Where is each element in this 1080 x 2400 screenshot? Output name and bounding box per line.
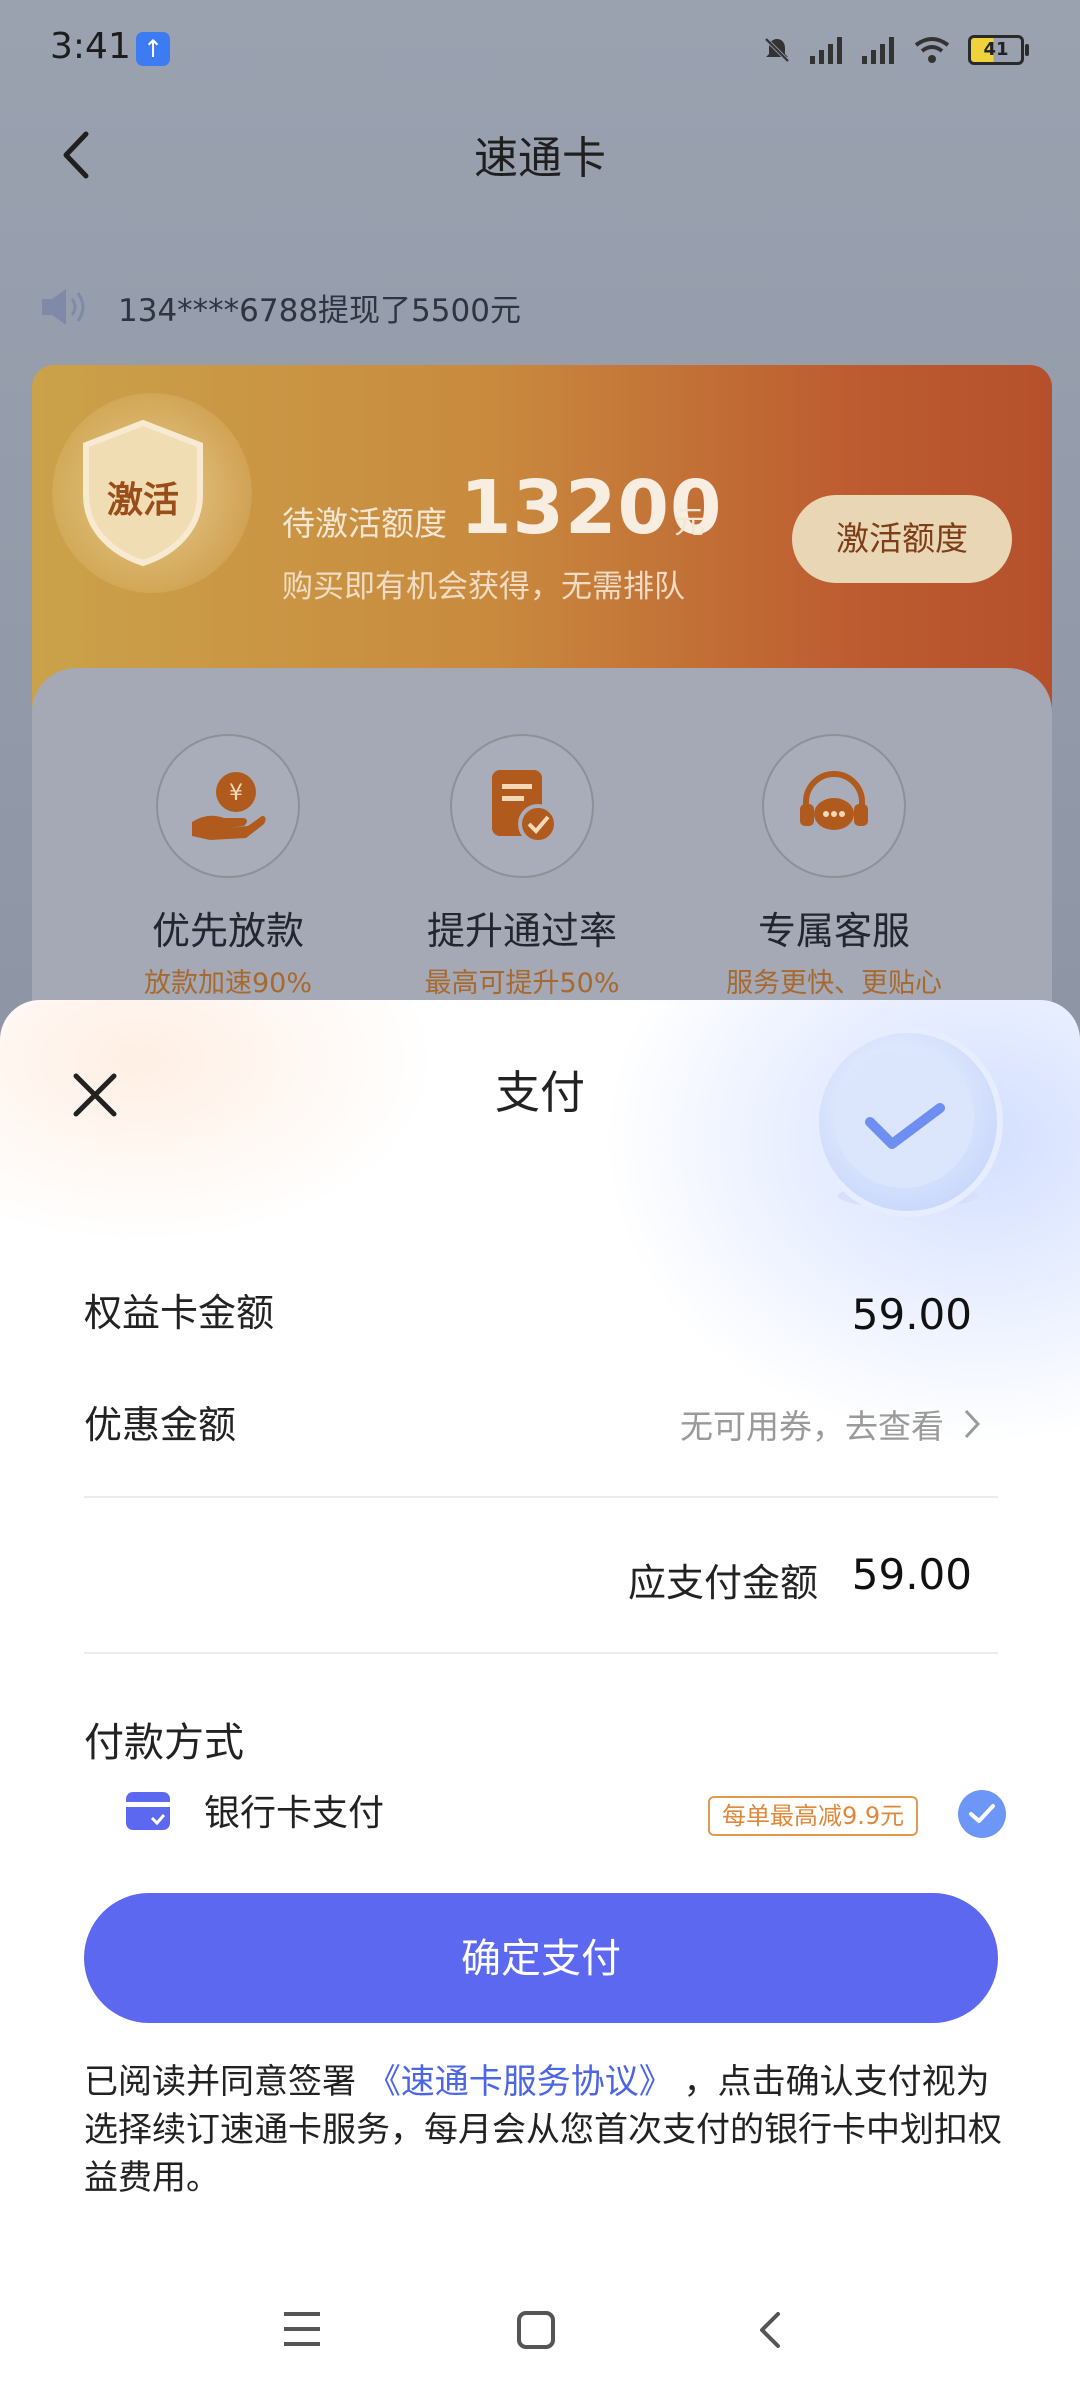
due-amount-value: 59.00 — [851, 1550, 972, 1599]
status-bar: 3:41 ↑ 41 — [0, 0, 1080, 100]
bank-card-icon — [126, 1792, 170, 1830]
payment-sheet: 支付 权益卡金额 59.00 优惠金额 无可用券，去查看 应支付金额 59.00 — [0, 1000, 1080, 2400]
agreement-prefix: 已阅读并同意签署 — [84, 2062, 356, 2102]
payment-method-title: 付款方式 — [84, 1720, 244, 1766]
agreement-text: 已阅读并同意签署 《速通卡服务协议》 ，点击确认支付视为选择续订速通卡服务，每月… — [84, 2058, 1004, 2202]
mute-bell-icon — [764, 37, 790, 63]
svg-text:¥: ¥ — [229, 781, 243, 806]
benefit-priority-loan: ¥ 优先放款 放款加速90% — [78, 734, 378, 1000]
benefit-title: 优先放款 — [151, 909, 304, 953]
chevron-right-icon — [964, 1409, 981, 1439]
signal-icon — [862, 37, 894, 64]
status-time: 3:41 — [50, 26, 131, 67]
status-icons: 41 — [762, 30, 1029, 70]
benefit-icon-circle: ¥ — [156, 734, 300, 878]
payment-method-radio[interactable] — [958, 1790, 1006, 1838]
discount-label: 优惠金额 — [84, 1403, 237, 1447]
home-icon[interactable] — [516, 2310, 556, 2350]
card-amount-row: 权益卡金额 59.00 — [84, 1282, 996, 1342]
shield-text: 激活 — [106, 480, 179, 521]
card-amount-value: 59.00 — [851, 1290, 972, 1339]
signal-icon — [810, 37, 842, 64]
quota-subtitle: 购买即有机会获得，无需排队 — [282, 569, 685, 605]
wifi-icon — [914, 37, 950, 63]
service-agreement-link[interactable]: 《速通卡服务协议》 — [367, 2062, 673, 2102]
benefit-subtitle: 服务更快、更贴心 — [726, 968, 942, 999]
activate-quota-button[interactable]: 激活额度 — [792, 495, 1012, 583]
back-icon[interactable] — [754, 2310, 784, 2350]
benefits-panel: ¥ 优先放款 放款加速90% 提升通过率 最高可提升50% 专属客服 服务更快、… — [32, 668, 1052, 1028]
quota-label: 待激活额度 — [282, 504, 447, 543]
divider — [84, 1652, 998, 1654]
checkmark-icon — [969, 1804, 995, 1823]
discount-row[interactable]: 优惠金额 无可用券，去查看 — [84, 1394, 996, 1454]
benefit-customer-service: 专属客服 服务更快、更贴心 — [684, 734, 984, 1000]
document-check-icon — [492, 770, 558, 844]
benefit-icon-circle — [450, 734, 594, 878]
bank-card-pay-label[interactable]: 银行卡支付 — [204, 1784, 384, 1836]
benefit-title: 专属客服 — [757, 909, 910, 953]
due-amount-label: 应支付金额 — [627, 1561, 818, 1605]
benefit-icon-circle — [762, 734, 906, 878]
confirm-pay-button[interactable]: 确定支付 — [84, 1893, 998, 2023]
speaker-icon — [42, 289, 85, 325]
coupon-link[interactable]: 无可用券，去查看 — [680, 1400, 984, 1448]
notice-bar: 134****6788提现了5500元 — [38, 282, 521, 332]
due-amount-row: 应支付金额 59.00 — [84, 1550, 996, 1610]
benefit-title: 提升通过率 — [426, 909, 617, 953]
coupon-text: 无可用券，去查看 — [680, 1407, 944, 1446]
upload-icon: ↑ — [136, 32, 170, 66]
headset-icon — [800, 771, 868, 830]
menu-icon[interactable] — [282, 2310, 322, 2348]
background-page: 3:41 ↑ 41 速通卡 134****6788提现了5500元 激活 待激活… — [0, 0, 1080, 1028]
quota-unit: 元 — [674, 505, 705, 541]
system-nav-bar — [0, 2290, 1080, 2370]
check-badge-icon — [813, 1027, 1003, 1217]
divider — [84, 1496, 998, 1498]
page-title: 速通卡 — [474, 133, 606, 184]
card-amount-label: 权益卡金额 — [84, 1291, 275, 1335]
money-hand-icon: ¥ — [192, 772, 266, 840]
discount-tag: 每单最高减9.9元 — [708, 1796, 919, 1836]
benefit-subtitle: 最高可提升50% — [424, 968, 620, 999]
battery-icon: 41 — [968, 35, 1029, 65]
notice-text: 134****6788提现了5500元 — [118, 292, 521, 329]
benefit-approval-rate: 提升通过率 最高可提升50% — [372, 734, 672, 1000]
benefit-subtitle: 放款加速90% — [143, 968, 312, 999]
